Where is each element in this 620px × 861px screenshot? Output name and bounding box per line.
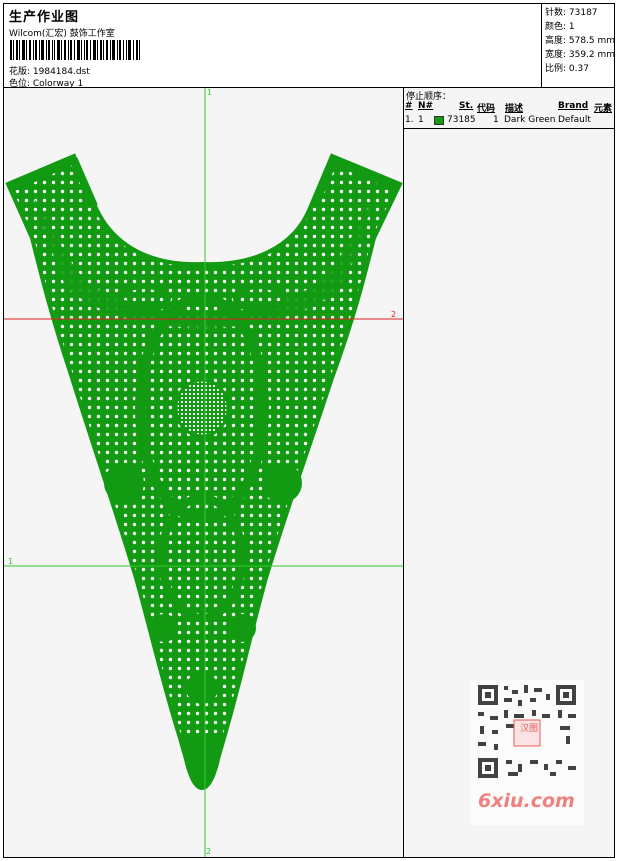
barcode — [10, 40, 140, 60]
row-code: 1 — [493, 115, 499, 125]
color-swatch — [434, 116, 444, 125]
axis-top-label: 1 — [207, 88, 213, 97]
lace-collar-design — [5, 153, 403, 790]
table-row[interactable]: 1. 1 73185 1 Dark Green Default — [404, 115, 614, 127]
design-height: 高度: 578.5 mm — [545, 36, 616, 46]
watermark-text: 6xiu.com — [478, 790, 575, 812]
stitch-count: 针数: 73187 — [545, 8, 598, 18]
col-description: 描述 — [505, 104, 524, 114]
row-needle: 1 — [418, 115, 424, 125]
row-brand: Default — [558, 115, 591, 125]
col-brand: Brand — [558, 101, 589, 111]
col-stitches: St. — [459, 101, 474, 111]
stop-sequence-header: # N# St. 代码 描述 Brand 元素 — [404, 101, 614, 114]
row-index: 1. — [405, 115, 414, 125]
axis-right-label: 2 — [391, 310, 397, 319]
page-title: 生产作业图 — [9, 10, 80, 25]
stop-sequence-panel: 停止顺序： # N# St. 代码 描述 Brand 元素 1. 1 73185… — [404, 88, 614, 857]
col-element: 元素 — [594, 104, 613, 114]
embroidery-preview — [4, 88, 403, 857]
row-stitches: 73185 — [447, 115, 476, 125]
watermark-badge: 汉图 — [519, 724, 538, 734]
axis-bottom-label: 2 — [206, 847, 212, 856]
design-canvas[interactable]: 1 2 1 2 — [4, 88, 404, 857]
design-scale: 比例: 0.37 — [545, 64, 589, 74]
col-code: 代码 — [477, 104, 496, 114]
design-width: 宽度: 359.2 mm — [545, 50, 616, 60]
color-count: 颜色: 1 — [545, 22, 575, 32]
row-divider — [404, 128, 614, 129]
worksheet-header: 生产作业图 Wilcom(汇宏) 鼓饰工作室 花版: 1984184.dst 色… — [3, 3, 616, 89]
row-description: Dark Green — [504, 115, 556, 125]
stats-box: 针数: 73187 颜色: 1 高度: 578.5 mm 宽度: 359.2 m… — [541, 4, 616, 88]
company-name: Wilcom(汇宏) 鼓饰工作室 — [9, 29, 115, 39]
col-index: # — [405, 101, 413, 111]
col-needle: N# — [418, 101, 434, 111]
axis-left-label: 1 — [8, 557, 14, 566]
